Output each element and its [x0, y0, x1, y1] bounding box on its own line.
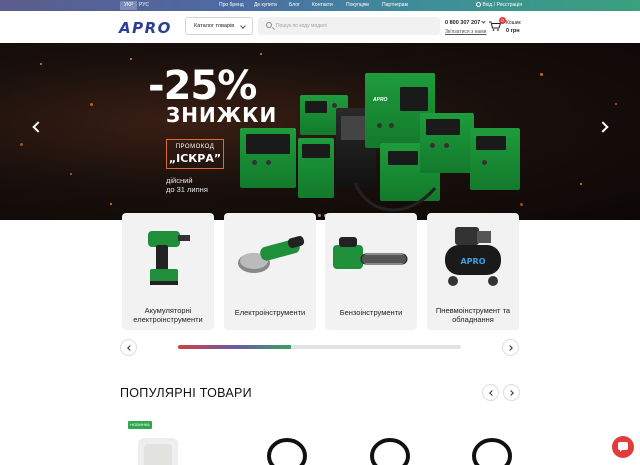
nav-about-brand[interactable]: Про бренд	[219, 0, 244, 11]
nav-for-partners[interactable]: Партнерам	[382, 0, 408, 11]
angle-grinder-icon	[238, 235, 305, 273]
category-label: Бензоінструменти	[339, 308, 403, 317]
chevron-down-icon	[481, 19, 486, 24]
cordless-drill-icon	[148, 231, 190, 285]
promo-label: ПРОМОКОД	[175, 144, 215, 150]
promo-valid-line-1: дійсний	[166, 176, 193, 185]
welding-machine-image	[420, 113, 474, 173]
product-image[interactable]	[128, 432, 188, 465]
chainsaw-icon	[333, 237, 408, 269]
product-image[interactable]	[368, 430, 412, 465]
user-icon	[475, 2, 481, 8]
progress-fill	[178, 345, 292, 349]
catalog-label: Каталог товарів	[194, 23, 235, 29]
nav-contacts[interactable]: Контакти	[312, 0, 333, 11]
product-image[interactable]	[265, 430, 309, 465]
search-icon[interactable]	[266, 22, 272, 28]
catalog-button[interactable]: Каталог товарів	[185, 17, 253, 35]
welding-cable-image	[353, 182, 437, 212]
hero-prev-arrow[interactable]	[32, 121, 44, 133]
svg-text:APRO: APRO	[460, 257, 485, 266]
welding-machine-image	[240, 128, 296, 188]
category-label: Електроінструменти	[234, 308, 306, 317]
category-card[interactable]: APRO Пневмоінструмент та обладнання	[427, 213, 519, 330]
login-link[interactable]: Вхід / Реєстрація	[475, 0, 522, 11]
search-bar	[258, 17, 440, 35]
phone-label: 0 800 307 207	[445, 20, 481, 26]
search-input[interactable]	[276, 17, 436, 35]
new-badge: НОВИНКА	[128, 421, 152, 429]
promo-box: ПРОМОКОД „ІСКРА”	[166, 139, 224, 169]
welding-machine-image	[470, 128, 520, 190]
login-label: Вхід / Реєстрація	[482, 2, 522, 8]
callback-link[interactable]: Зв'язатися з нами	[445, 29, 486, 35]
promo-valid-line-2: до 31 липня	[166, 185, 208, 194]
top-bar: УКР РУС Про бренд Де купити Блог Контакт…	[0, 0, 640, 11]
cart-total: 0 грн	[506, 28, 520, 34]
categories-slider-progress[interactable]	[178, 345, 461, 349]
hero-banner[interactable]: -25% ЗНИЖКИ ПРОМОКОД „ІСКРА” дійсний до …	[0, 43, 640, 220]
chat-icon[interactable]	[612, 436, 634, 458]
promo-code: „ІСКРА”	[168, 152, 222, 165]
popular-products-title: ПОПУЛЯРНІ ТОВАРИ	[120, 386, 252, 400]
air-compressor-icon: APRO	[445, 227, 501, 286]
categories-prev-button[interactable]	[120, 339, 137, 356]
category-card[interactable]: Акумуляторні електроінструменти	[122, 213, 214, 330]
phone-number[interactable]: 0 800 307 207	[445, 19, 486, 26]
hero-subtitle: ЗНИЖКИ	[166, 103, 278, 127]
nav-for-customers[interactable]: Покупцям	[346, 0, 369, 11]
category-label: Акумуляторні електроінструменти	[133, 306, 203, 324]
popular-prev-button[interactable]	[482, 384, 499, 401]
cart-label[interactable]: Кошик	[506, 20, 521, 26]
category-card[interactable]: Електроінструменти	[224, 213, 316, 330]
hero-next-arrow[interactable]	[597, 121, 609, 133]
chevron-down-icon	[240, 23, 246, 29]
category-card[interactable]: Бензоінструменти	[325, 213, 417, 330]
product-image[interactable]	[470, 430, 514, 465]
nav-where-to-buy[interactable]: Де купити	[254, 0, 277, 11]
logo[interactable]: APRO	[119, 19, 172, 37]
category-label: Пневмоінструмент та обладнання	[435, 306, 511, 324]
lang-rus[interactable]: РУС	[135, 1, 153, 10]
nav-blog[interactable]: Блог	[289, 0, 300, 11]
header: APRO Каталог товарів 0 800 307 207 Зв'яз…	[0, 11, 640, 43]
categories-next-button[interactable]	[502, 339, 519, 356]
pagination-dot[interactable]	[318, 214, 321, 217]
popular-next-button[interactable]	[503, 384, 520, 401]
cart-count-badge: 0	[499, 17, 506, 24]
welding-machine-image	[298, 138, 334, 198]
